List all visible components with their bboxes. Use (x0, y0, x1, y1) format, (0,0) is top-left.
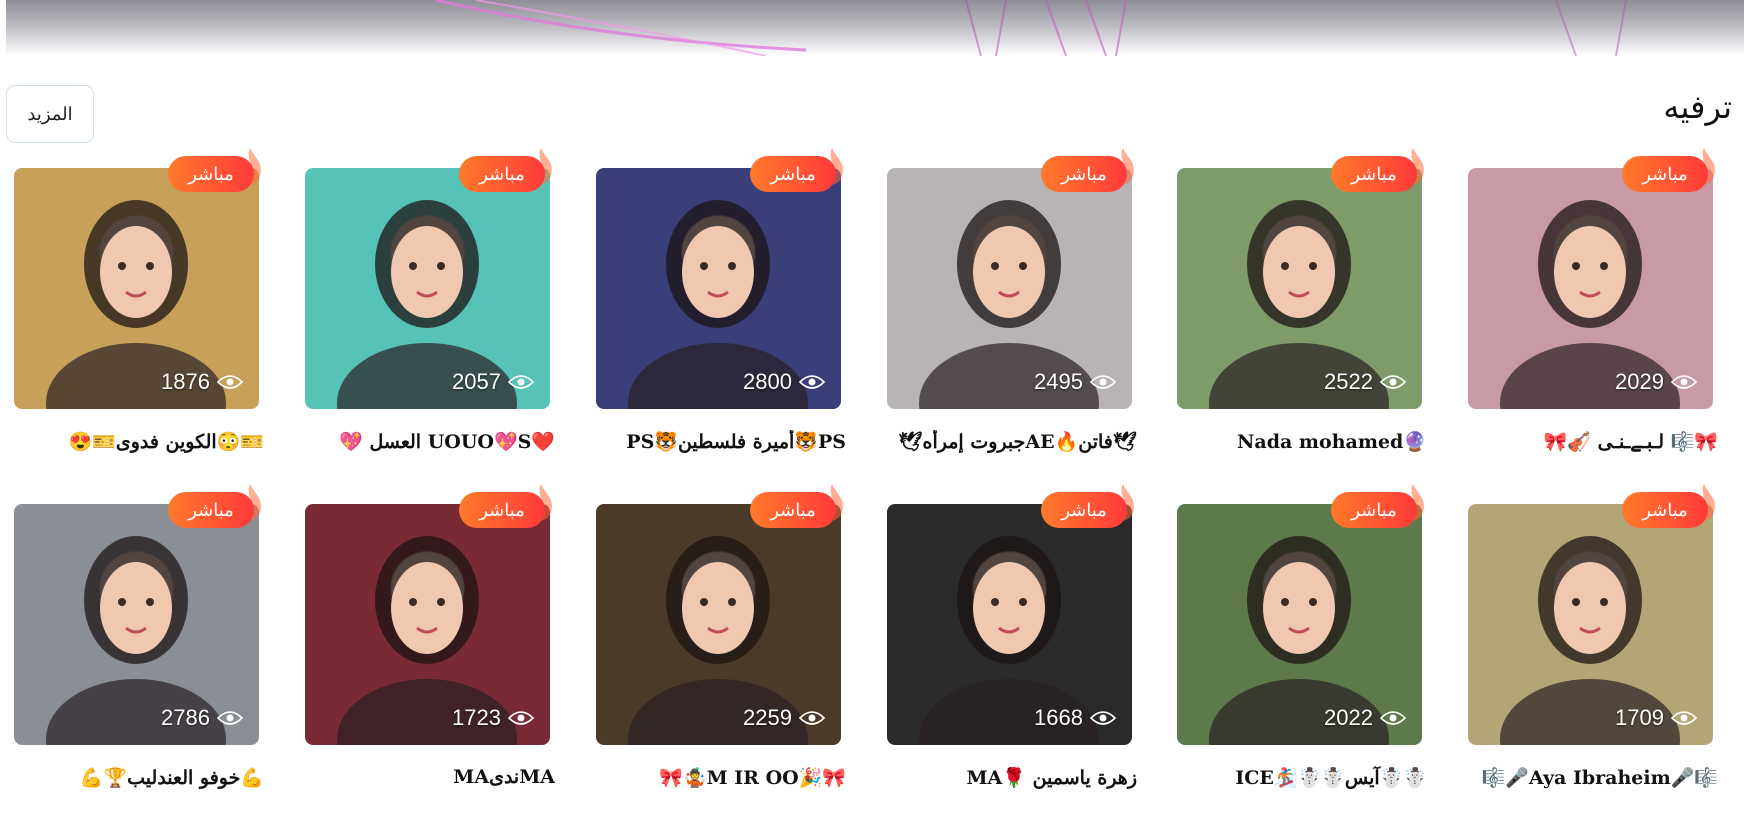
eye-icon (1671, 375, 1697, 389)
viewer-count-value: 2022 (1324, 705, 1373, 730)
stream-card[interactable]: 2800 مباشر PS🐯أميرة فلسطين🐯PS (586, 146, 856, 453)
streamer-name[interactable]: MAندىMA (311, 766, 555, 794)
stream-card[interactable]: 2259 مباشر 🎀🎉M IR OO🤹🎀 (586, 482, 856, 789)
eye-icon (217, 711, 243, 725)
streamer-name[interactable]: 🎼🎤Aya Ibraheim🎤🎼 (1474, 766, 1718, 794)
viewer-count-value: 2495 (1034, 369, 1083, 394)
stream-card[interactable]: 2522 مباشر 🔮Nada mohamed (1167, 146, 1437, 453)
streamer-name[interactable]: 🕊فاتن🔥AEجبروت إمرأه🕊 (893, 430, 1137, 458)
stream-thumbnail[interactable]: 2259 (596, 504, 841, 745)
viewer-count: 1876 (161, 369, 243, 395)
stream-thumbnail[interactable]: 2057 (305, 168, 550, 409)
live-badge: مباشر (459, 482, 559, 530)
viewer-count: 2800 (743, 369, 825, 395)
stream-card[interactable]: 1709 مباشر 🎼🎤Aya Ibraheim🎤🎼 (1458, 482, 1728, 789)
eye-icon (1090, 711, 1116, 725)
viewer-count-value: 2057 (452, 369, 501, 394)
eye-icon (1380, 375, 1406, 389)
streamer-name[interactable]: 🔮Nada mohamed (1183, 430, 1427, 458)
live-label: مباشر (459, 156, 545, 192)
stream-thumbnail[interactable]: 1876 (14, 168, 259, 409)
eye-icon (508, 375, 534, 389)
live-label: مباشر (459, 492, 545, 528)
stream-thumbnail[interactable]: 2495 (887, 168, 1132, 409)
live-badge: مباشر (1041, 146, 1141, 194)
viewer-count-value: 1723 (452, 705, 501, 730)
live-label: مباشر (750, 156, 836, 192)
eye-icon (508, 711, 534, 725)
viewer-count-value: 2522 (1324, 369, 1373, 394)
live-badge: مباشر (168, 146, 268, 194)
stream-card[interactable]: 1668 مباشر زهرة ياسمين 🌹MA (877, 482, 1147, 789)
live-badge: مباشر (1331, 146, 1431, 194)
stream-grid: 2029 مباشر 🎀🎼 لـبـےـنـى 🎻🎀 2522 مباشر 🔮N… (0, 0, 1758, 829)
stream-card[interactable]: 1876 مباشر 🎫😳الكوين فدوى🎫😍 (4, 146, 274, 453)
viewer-count: 1709 (1615, 705, 1697, 731)
stream-thumbnail[interactable]: 1668 (887, 504, 1132, 745)
streamer-name[interactable]: PS🐯أميرة فلسطين🐯PS (602, 430, 846, 458)
live-label: مباشر (1331, 492, 1417, 528)
viewer-count: 2786 (161, 705, 243, 731)
live-label: مباشر (1041, 156, 1127, 192)
stream-thumbnail[interactable]: 2800 (596, 168, 841, 409)
viewer-count-value: 1709 (1615, 705, 1664, 730)
streamer-name[interactable]: 🎫😳الكوين فدوى🎫😍 (20, 430, 264, 458)
stream-thumbnail[interactable]: 2522 (1177, 168, 1422, 409)
stream-card[interactable]: 2495 مباشر 🕊فاتن🔥AEجبروت إمرأه🕊 (877, 146, 1147, 453)
streamer-name[interactable]: ❤️UOUO💖S العسل 💖 (311, 430, 555, 458)
eye-icon (1090, 375, 1116, 389)
streamer-name[interactable]: ☃️☃️آيس☃️☃️🏂ICE (1183, 766, 1427, 794)
live-badge: مباشر (1622, 146, 1722, 194)
stream-thumbnail[interactable]: 1709 (1468, 504, 1713, 745)
live-badge: مباشر (168, 482, 268, 530)
live-badge: مباشر (459, 146, 559, 194)
stream-card[interactable]: 1723 مباشر MAندىMA (295, 482, 565, 788)
live-label: مباشر (1622, 156, 1708, 192)
stream-card[interactable]: 2786 مباشر 💪خوفو العندليب🏆💪 (4, 482, 274, 789)
eye-icon (799, 711, 825, 725)
live-badge: مباشر (1041, 482, 1141, 530)
streamer-name[interactable]: 💪خوفو العندليب🏆💪 (20, 766, 264, 794)
eye-icon (1380, 711, 1406, 725)
viewer-count: 2259 (743, 705, 825, 731)
stream-thumbnail[interactable]: 2022 (1177, 504, 1422, 745)
viewer-count-value: 2800 (743, 369, 792, 394)
viewer-count-value: 2259 (743, 705, 792, 730)
stream-card[interactable]: 2022 مباشر ☃️☃️آيس☃️☃️🏂ICE (1167, 482, 1437, 789)
viewer-count: 2029 (1615, 369, 1697, 395)
live-label: مباشر (1622, 492, 1708, 528)
stream-card[interactable]: 2057 مباشر ❤️UOUO💖S العسل 💖 (295, 146, 565, 453)
stream-thumbnail[interactable]: 2029 (1468, 168, 1713, 409)
streamer-name[interactable]: 🎀🎉M IR OO🤹🎀 (602, 766, 846, 794)
viewer-count: 2022 (1324, 705, 1406, 731)
live-badge: مباشر (750, 482, 850, 530)
viewer-count-value: 2786 (161, 705, 210, 730)
stream-thumbnail[interactable]: 1723 (305, 504, 550, 745)
stream-card[interactable]: 2029 مباشر 🎀🎼 لـبـےـنـى 🎻🎀 (1458, 146, 1728, 453)
viewer-count-value: 1876 (161, 369, 210, 394)
live-badge: مباشر (1622, 482, 1722, 530)
viewer-count: 1723 (452, 705, 534, 731)
streamer-name[interactable]: 🎀🎼 لـبـےـنـى 🎻🎀 (1474, 430, 1718, 458)
viewer-count-value: 2029 (1615, 369, 1664, 394)
viewer-count: 1668 (1034, 705, 1116, 731)
live-label: مباشر (1331, 156, 1417, 192)
live-label: مباشر (1041, 492, 1127, 528)
live-badge: مباشر (750, 146, 850, 194)
eye-icon (799, 375, 825, 389)
live-label: مباشر (168, 492, 254, 528)
stream-thumbnail[interactable]: 2786 (14, 504, 259, 745)
streamer-name[interactable]: زهرة ياسمين 🌹MA (893, 766, 1137, 794)
eye-icon (1671, 711, 1697, 725)
live-badge: مباشر (1331, 482, 1431, 530)
eye-icon (217, 375, 243, 389)
viewer-count: 2057 (452, 369, 534, 395)
viewer-count: 2495 (1034, 369, 1116, 395)
viewer-count-value: 1668 (1034, 705, 1083, 730)
viewer-count: 2522 (1324, 369, 1406, 395)
live-label: مباشر (168, 156, 254, 192)
live-label: مباشر (750, 492, 836, 528)
